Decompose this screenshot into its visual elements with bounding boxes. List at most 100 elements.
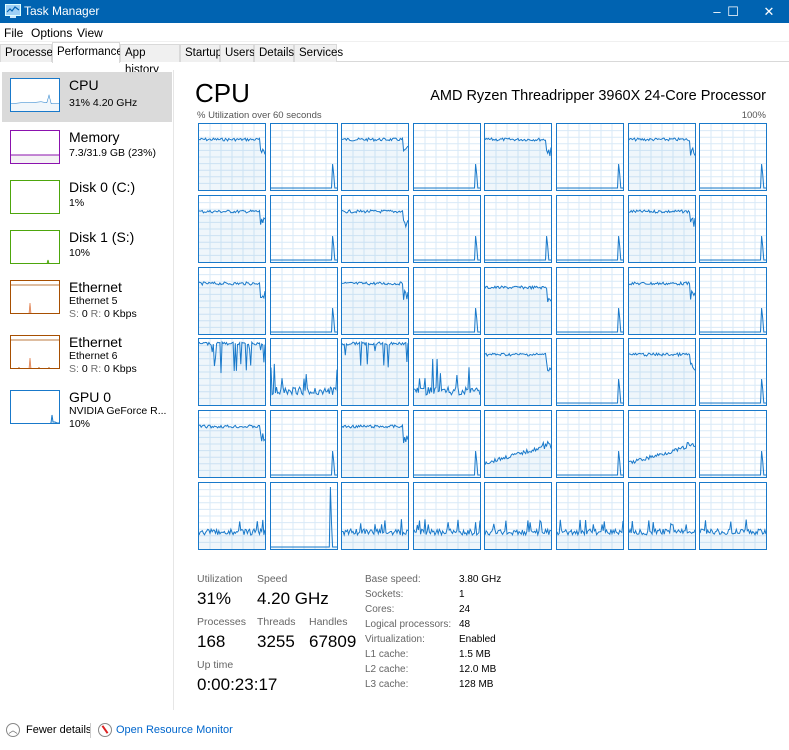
logical-processor-graph [412, 410, 481, 479]
threads-value: 3255 [257, 632, 295, 651]
ethernet-5-thumbnail-graph [10, 280, 60, 314]
utilization-area [199, 138, 265, 190]
utilization-area [199, 281, 265, 334]
sidebar-item-detail: 10% [69, 418, 91, 430]
page-title: CPU [195, 78, 250, 108]
task-manager-app-icon [5, 4, 21, 18]
detail-value: 12.0 MB [459, 664, 497, 675]
utilization-area [628, 281, 695, 334]
sidebar-item-label: Memory [69, 129, 120, 145]
sidebar-item-adapter: Ethernet 5 [69, 295, 118, 307]
receive-label: R: [90, 308, 102, 320]
cpu-thumbnail-graph [10, 78, 60, 112]
receive-value: 0 Kbps [104, 308, 137, 320]
logical-processor-graph [484, 338, 553, 407]
sidebar-item-gpu-0[interactable]: GPU 0 NVIDIA GeForce R... 10% [2, 384, 172, 438]
logical-processor-graph [484, 266, 553, 335]
menu-options[interactable]: Options [31, 26, 72, 40]
logical-processor-graph [484, 410, 553, 479]
close-button[interactable]: ✕ [751, 0, 787, 23]
detail-value: 1 [459, 589, 465, 600]
logical-processor-graph [627, 266, 696, 335]
detail-label: L1 cache: [365, 649, 409, 660]
sidebar-item-throughput: S: 0 R: 0 Kbps [69, 308, 137, 320]
fewer-details-button[interactable]: Fewer details [26, 724, 91, 736]
footer-divider [90, 723, 91, 738]
resource-monitor-icon[interactable] [98, 723, 112, 737]
logical-processor-graph [699, 482, 768, 550]
gpu-0-thumbnail-graph [10, 390, 60, 424]
tab-services[interactable]: Services [294, 44, 343, 62]
logical-processor-graph [341, 410, 410, 479]
handles-label: Handles [309, 616, 348, 628]
uptime-label: Up time [197, 659, 234, 671]
logical-processor-graph [269, 194, 338, 263]
logical-processor-graph [699, 410, 768, 479]
send-label: S: [69, 308, 79, 320]
logical-processor-graph [699, 194, 768, 263]
tab-startup[interactable]: Startup [180, 44, 222, 62]
sidebar-item-disk-1[interactable]: Disk 1 (S:) 10% [2, 224, 172, 274]
chevron-up-icon[interactable]: ︿ [6, 723, 20, 737]
logical-processor-graph [412, 338, 481, 407]
detail-value: 3.80 GHz [459, 574, 502, 585]
detail-label: L2 cache: [365, 664, 409, 675]
logical-processor-graph [556, 266, 624, 335]
detail-label: L3 cache: [365, 679, 409, 690]
logical-processor-graph [699, 123, 768, 191]
memory-thumbnail-graph [10, 130, 60, 164]
logical-processor-graph [484, 123, 553, 191]
tab-details[interactable]: Details [254, 44, 294, 62]
resource-sidebar: CPU 31% 4.20 GHz Memory 7.3/31.9 GB (23%… [0, 70, 174, 710]
menu-file[interactable]: File [4, 26, 23, 40]
detail-label: Base speed: [365, 574, 421, 585]
utilization-area [342, 425, 409, 478]
sidebar-item-cpu[interactable]: CPU 31% 4.20 GHz [2, 72, 172, 122]
logical-processor-graph [198, 266, 266, 335]
logical-processor-graph [198, 194, 266, 263]
title-bar: Task Manager – ☐ ✕ [0, 0, 789, 23]
tab-performance[interactable]: Performance [52, 42, 123, 63]
logical-processor-graph [699, 266, 768, 335]
sidebar-item-detail: 1% [69, 197, 85, 209]
sidebar-item-ethernet-5[interactable]: Ethernet Ethernet 5 S: 0 R: 0 Kbps [2, 274, 172, 328]
graph-max-label: 100% [741, 110, 766, 121]
logical-processor-graph [627, 410, 696, 479]
logical-processor-graph [412, 194, 481, 263]
logical-processor-graph [556, 194, 624, 263]
utilization-area [628, 353, 695, 406]
utilization-area [485, 138, 552, 190]
logical-processor-graph [484, 482, 553, 550]
logical-processor-graph [412, 123, 481, 191]
tab-bar: Processes Performance App history Startu… [0, 42, 789, 76]
sidebar-item-gpu-model: NVIDIA GeForce R... [69, 405, 167, 417]
sidebar-item-disk-0[interactable]: Disk 0 (C:) 1% [2, 174, 172, 224]
send-label: S: [69, 363, 79, 375]
logical-processor-graph [341, 338, 410, 407]
open-resource-monitor-link[interactable]: Open Resource Monitor [116, 724, 233, 736]
menu-view[interactable]: View [77, 26, 103, 40]
detail-value: Enabled [459, 634, 496, 645]
tab-processes[interactable]: Processes [0, 44, 59, 62]
maximize-button[interactable]: ☐ [715, 0, 751, 23]
logical-processor-graph [341, 482, 410, 550]
logical-processor-graph [198, 410, 266, 479]
logical-processor-graph [627, 194, 696, 263]
logical-processor-graph [269, 338, 338, 407]
sidebar-item-detail: 31% 4.20 GHz [69, 97, 138, 109]
utilization-area [485, 285, 552, 334]
logical-processor-graph [556, 123, 624, 191]
detail-value: 128 MB [459, 679, 494, 690]
menu-bar: File Options View [0, 23, 789, 42]
logical-processor-graph [198, 482, 266, 550]
utilization-area [199, 342, 265, 406]
tab-users[interactable]: Users [220, 44, 255, 62]
window-title: Task Manager [24, 4, 100, 18]
sidebar-item-ethernet-6[interactable]: Ethernet Ethernet 6 S: 0 R: 0 Kbps [2, 329, 172, 383]
tab-app-history[interactable]: App history [120, 44, 180, 76]
detail-value: 24 [459, 604, 471, 615]
sidebar-item-label: Ethernet [69, 334, 122, 350]
sidebar-item-memory[interactable]: Memory 7.3/31.9 GB (23%) [2, 124, 172, 174]
logical-processor-graph [556, 410, 624, 479]
sidebar-item-detail: 7.3/31.9 GB (23%) [69, 147, 156, 159]
